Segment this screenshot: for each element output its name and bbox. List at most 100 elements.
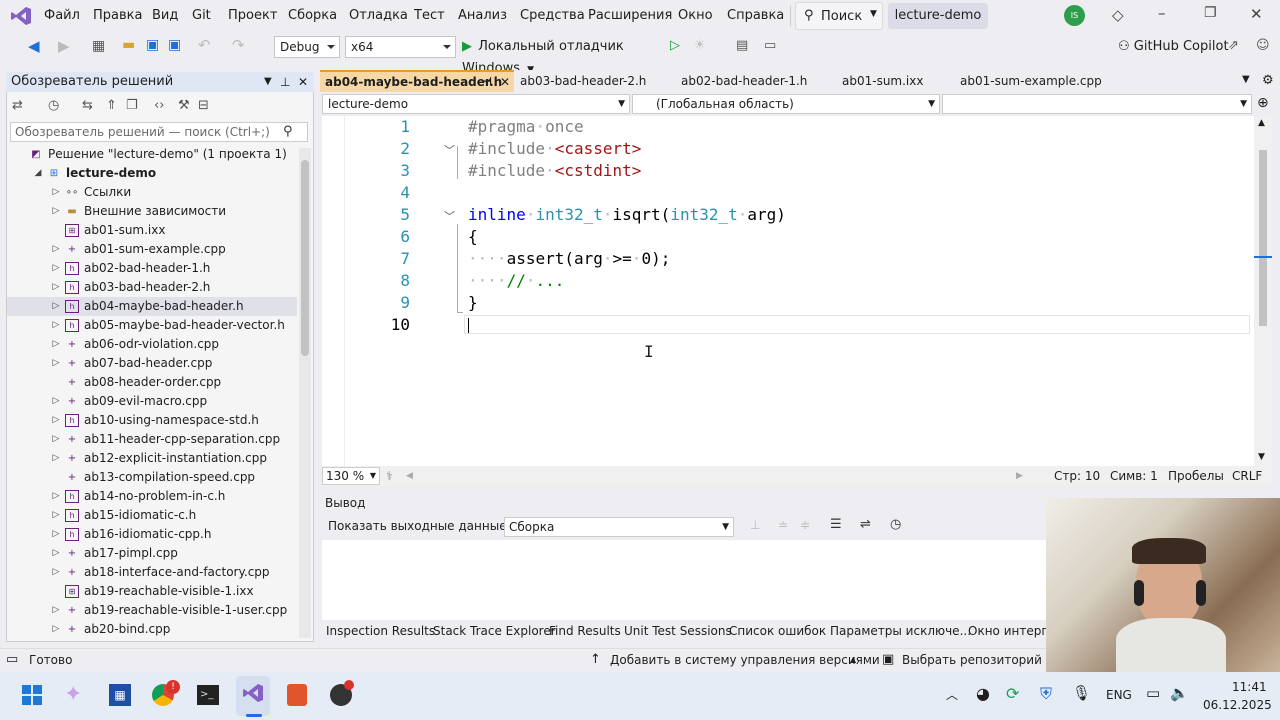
clear-all-icon[interactable]: ☰ bbox=[830, 517, 842, 532]
microphone-icon[interactable]: 🎙 bbox=[1072, 684, 1091, 702]
restore-icon[interactable]: ❐ bbox=[1204, 5, 1217, 21]
menu-edit[interactable]: Правка bbox=[93, 8, 142, 23]
expand-icon[interactable]: ▷ bbox=[51, 316, 61, 335]
expand-icon[interactable]: ▷ bbox=[51, 487, 61, 506]
avatar[interactable]: IS bbox=[1064, 5, 1085, 26]
expand-icon[interactable]: ▷ bbox=[51, 202, 61, 221]
app-icon[interactable]: ✦ bbox=[64, 682, 82, 707]
visual-studio-icon[interactable] bbox=[242, 682, 264, 704]
tab-exception-settings[interactable]: Параметры исключе... bbox=[830, 620, 971, 642]
menu-file[interactable]: Файл bbox=[44, 8, 80, 23]
expand-icon[interactable]: ▷ bbox=[51, 544, 61, 563]
menu-build[interactable]: Сборка bbox=[288, 8, 337, 23]
chevron-down-icon[interactable]: ▼ bbox=[1242, 74, 1250, 85]
tab-error-list[interactable]: Список ошибок bbox=[729, 620, 826, 642]
preview-icon[interactable]: ⊟ bbox=[198, 98, 209, 113]
undo-icon[interactable]: ↶ bbox=[198, 36, 211, 54]
tab-unit-test-sessions[interactable]: Unit Test Sessions bbox=[624, 620, 732, 642]
expand-icon[interactable]: ▷ bbox=[51, 601, 61, 620]
tree-item[interactable]: ▷ + ab18-interface-and-factory.cpp bbox=[7, 563, 297, 582]
code-icon[interactable]: ‹› bbox=[154, 98, 164, 113]
settings-icon[interactable]: ⚙ bbox=[1262, 73, 1274, 88]
terminal-icon[interactable]: >_ bbox=[197, 685, 219, 705]
open-folder-icon[interactable]: ▬ bbox=[122, 37, 135, 53]
close-panel-icon[interactable]: ✕ bbox=[298, 72, 308, 92]
menu-project[interactable]: Проект bbox=[228, 8, 277, 23]
share-icon[interactable]: ⇗ bbox=[1228, 38, 1239, 53]
tree-item[interactable]: ▷ h ab15-idiomatic-c.h bbox=[7, 506, 297, 525]
scroll-down-icon[interactable]: ▼ bbox=[1258, 452, 1265, 462]
menu-analyze[interactable]: Анализ bbox=[458, 8, 507, 23]
whitespace-indicator[interactable]: Пробелы bbox=[1168, 466, 1224, 486]
start-without-debug-icon[interactable]: ▷ bbox=[670, 38, 680, 53]
tree-item[interactable]: ▷ + ab12-explicit-instantiation.cpp bbox=[7, 449, 297, 468]
platform-select[interactable]: x64 bbox=[345, 36, 456, 58]
windows-start-icon[interactable] bbox=[22, 685, 42, 705]
member-select[interactable]: ▼ bbox=[942, 94, 1252, 114]
menu-help[interactable]: Справка bbox=[727, 8, 784, 23]
solution-search-input[interactable]: Обозреватель решений — поиск (Ctrl+;) ⚲ bbox=[10, 122, 308, 142]
output-source-select[interactable]: Сборка ▼ bbox=[504, 517, 734, 537]
defender-icon[interactable]: ⛨ bbox=[1040, 684, 1052, 704]
tree-item[interactable]: ▷ h ab14-no-problem-in-c.h bbox=[7, 487, 297, 506]
minimize-icon[interactable]: – bbox=[1158, 4, 1166, 22]
config-select[interactable]: Debug bbox=[274, 36, 340, 58]
display-icon[interactable]: ▭ bbox=[1146, 684, 1160, 702]
history-icon[interactable]: ◷ bbox=[48, 98, 59, 113]
tree-item[interactable]: ▷ h ab04-maybe-bad-header.h bbox=[7, 297, 297, 316]
expand-icon[interactable]: ▷ bbox=[51, 563, 61, 582]
expand-icon[interactable]: ▷ bbox=[51, 354, 61, 373]
tray-app-icon[interactable]: ◕ bbox=[976, 684, 990, 703]
chevron-up-icon[interactable]: ︿ bbox=[946, 686, 958, 703]
editor-vertical-scrollbar[interactable]: ▲ ▼ bbox=[1254, 116, 1272, 466]
scope-select[interactable]: (Глобальная область) ▼ bbox=[632, 94, 940, 114]
tab-ab02[interactable]: ab02-bad-header-1.h bbox=[676, 70, 836, 92]
editor-scroll-thumb[interactable] bbox=[1259, 150, 1267, 326]
output-text-area[interactable] bbox=[322, 540, 1046, 620]
global-search[interactable]: ⚲ Поиск ▼ bbox=[795, 2, 883, 30]
tree-item[interactable]: ◩ Решение "lecture-demo" (1 проекта 1) bbox=[7, 145, 297, 164]
tab-immediate-window[interactable]: Окно интерпр bbox=[968, 620, 1057, 642]
prev-message-icon[interactable]: ≐ bbox=[778, 518, 788, 532]
far-manager-icon[interactable]: ▦ bbox=[109, 684, 131, 706]
language-indicator[interactable]: ENG bbox=[1106, 688, 1132, 702]
menu-debug[interactable]: Отладка bbox=[349, 8, 408, 23]
close-tab-icon[interactable]: ✕ bbox=[500, 72, 510, 92]
zoom-select[interactable]: 130 % ▼ bbox=[322, 467, 380, 485]
expand-icon[interactable]: ▷ bbox=[51, 392, 61, 411]
folder-view-icon[interactable]: ▤ bbox=[736, 38, 748, 53]
collapse-all-icon[interactable]: ⇑ bbox=[106, 98, 117, 113]
feedback-icon[interactable]: ☺ bbox=[1256, 38, 1270, 53]
expanded-icon[interactable]: ◢ bbox=[33, 164, 43, 183]
tray-sync-icon[interactable]: ⟳ bbox=[1006, 684, 1019, 703]
tree-item[interactable]: ▷ h ab03-bad-header-2.h bbox=[7, 278, 297, 297]
eol-indicator[interactable]: CRLF bbox=[1232, 466, 1262, 486]
scroll-left-icon[interactable]: ◀ bbox=[406, 466, 413, 486]
menu-test[interactable]: Тест bbox=[414, 8, 445, 23]
powerpoint-icon[interactable] bbox=[287, 684, 307, 706]
expand-icon[interactable]: ▷ bbox=[51, 525, 61, 544]
copilot-button[interactable]: ⚇ GitHub Copilot bbox=[1118, 38, 1229, 58]
start-debugging-button[interactable]: ▶ Локальный отладчик Windows ▼ bbox=[462, 36, 667, 76]
menu-tools[interactable]: Средства bbox=[520, 8, 585, 23]
expand-icon[interactable]: ▷ bbox=[51, 620, 61, 639]
new-item-icon[interactable]: ▦ bbox=[92, 38, 105, 54]
tab-ab04[interactable]: ab04-maybe-bad-header.h ⊣ ✕ bbox=[320, 70, 514, 92]
tab-inspection-results[interactable]: Inspection Results bbox=[326, 620, 435, 642]
scroll-right-icon[interactable]: ▶ bbox=[1016, 466, 1023, 486]
project-scope-select[interactable]: lecture-demo ▼ bbox=[322, 94, 630, 114]
expand-icon[interactable]: ▷ bbox=[51, 278, 61, 297]
menu-extensions[interactable]: Расширения bbox=[588, 8, 672, 23]
select-repo-button[interactable]: Выбрать репозиторий bbox=[902, 653, 1042, 667]
tree-item[interactable]: ▷ + ab07-bad-header.cpp bbox=[7, 354, 297, 373]
tree-item[interactable]: ▷ h ab16-idiomatic-cpp.h bbox=[7, 525, 297, 544]
fold-toggle-icon[interactable]: ﹀ bbox=[444, 142, 455, 158]
tree-item[interactable]: ▷ + ab01-sum-example.cpp bbox=[7, 240, 297, 259]
tree-item[interactable]: ◢ ⊞ lecture-demo bbox=[7, 164, 297, 183]
expand-icon[interactable]: ▷ bbox=[51, 259, 61, 278]
health-icon[interactable]: ⚕ bbox=[386, 466, 393, 486]
tree-item[interactable]: ▷ + ab11-header-cpp-separation.cpp bbox=[7, 430, 297, 449]
tree-item[interactable]: ▷ h ab05-maybe-bad-header-vector.h bbox=[7, 316, 297, 335]
close-icon[interactable]: ✕ bbox=[1250, 5, 1263, 23]
next-message-icon[interactable]: ≑ bbox=[800, 518, 810, 532]
